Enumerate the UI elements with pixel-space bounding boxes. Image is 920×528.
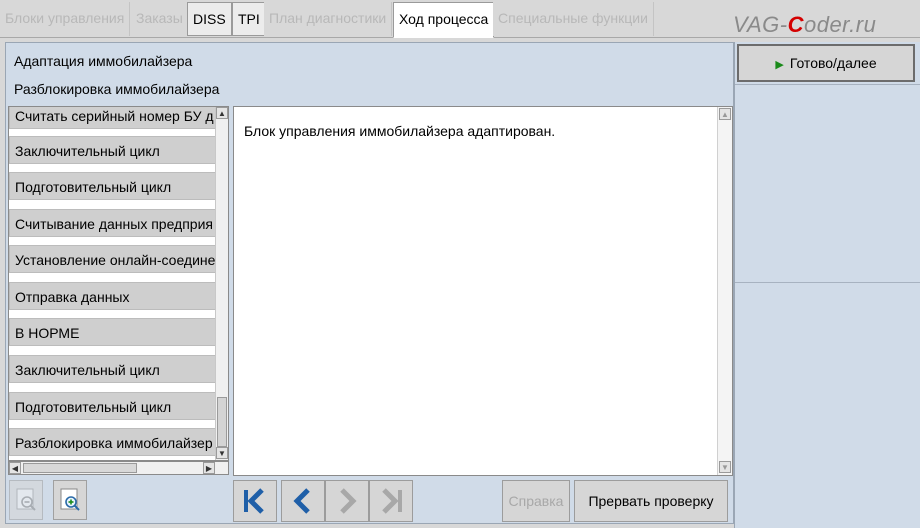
- watermark-logo: VAG-Coder.ru: [733, 12, 876, 38]
- list-item[interactable]: Подготовительный цикл: [9, 392, 217, 420]
- list-item[interactable]: Считать серийный номер БУ д: [9, 107, 217, 129]
- message-vertical-scrollbar[interactable]: ▲ ▼: [717, 107, 732, 475]
- zoom-out-button[interactable]: [9, 480, 43, 520]
- play-icon: ▶: [775, 59, 784, 71]
- divider: [735, 84, 920, 85]
- right-panel: ▶ Готово/далее: [734, 42, 920, 528]
- list-item[interactable]: Разблокировка иммобилайзер: [9, 428, 217, 456]
- skip-last-icon: [382, 488, 402, 514]
- watermark-highlight: C: [787, 12, 804, 37]
- tab-diss[interactable]: DISS: [187, 2, 232, 36]
- first-step-button[interactable]: [233, 480, 277, 522]
- result-message: Блок управления иммобилайзера адаптирова…: [244, 123, 556, 139]
- list-scroll-thumb[interactable]: [217, 397, 227, 447]
- list-item[interactable]: Установление онлайн-соедине: [9, 245, 217, 273]
- help-button[interactable]: Справка: [502, 480, 570, 522]
- steps-list[interactable]: Считать серийный номер БУ д Заключительн…: [8, 106, 229, 461]
- watermark-suffix: oder.ru: [803, 12, 877, 37]
- scroll-up-icon[interactable]: ▲: [216, 107, 228, 119]
- list-item[interactable]: В НОРМЕ: [9, 318, 217, 346]
- done-next-label: Готово/далее: [789, 55, 877, 71]
- tab-special-functions[interactable]: Специальные функции: [493, 2, 654, 36]
- scroll-down-icon[interactable]: ▼: [719, 461, 731, 473]
- list-hscroll-thumb[interactable]: [23, 463, 137, 473]
- last-step-button[interactable]: [369, 480, 413, 522]
- tab-bar: Блоки управления Заказы DISS TPI План ди…: [0, 0, 920, 38]
- header-title: Адаптация иммобилайзера: [14, 53, 193, 69]
- list-item[interactable]: Считывание данных предприя: [9, 209, 217, 237]
- tab-process[interactable]: Ход процесса: [393, 2, 495, 38]
- message-area: Блок управления иммобилайзера адаптирова…: [233, 106, 733, 476]
- scroll-up-icon[interactable]: ▲: [719, 108, 731, 120]
- list-item[interactable]: Отправка данных: [9, 282, 217, 310]
- zoom-in-button[interactable]: [53, 480, 87, 520]
- zoom-out-icon: [16, 488, 36, 511]
- tab-tpi[interactable]: TPI: [232, 2, 266, 36]
- divider: [735, 282, 920, 283]
- zoom-in-icon: [60, 488, 80, 511]
- tab-orders[interactable]: Заказы: [131, 2, 189, 36]
- chevron-right-icon: [340, 488, 357, 514]
- watermark-prefix: VAG-: [733, 12, 788, 37]
- scroll-right-icon[interactable]: ▶: [203, 462, 215, 474]
- list-vertical-scrollbar[interactable]: ▲ ▼: [215, 107, 228, 460]
- scroll-down-icon[interactable]: ▼: [216, 447, 228, 459]
- tab-control-units[interactable]: Блоки управления: [0, 2, 131, 36]
- chevron-left-icon: [293, 488, 310, 514]
- previous-step-button[interactable]: [281, 480, 325, 522]
- next-step-button[interactable]: [325, 480, 369, 522]
- done-next-button[interactable]: ▶ Готово/далее: [737, 44, 915, 82]
- list-item[interactable]: Заключительный цикл: [9, 355, 217, 383]
- tab-diagnostic-plan[interactable]: План диагностики: [264, 2, 393, 36]
- abort-test-button[interactable]: Прервать проверку: [574, 480, 728, 522]
- list-item[interactable]: Подготовительный цикл: [9, 172, 217, 200]
- list-item[interactable]: Заключительный цикл: [9, 136, 217, 164]
- list-horizontal-scrollbar[interactable]: ◀ ▶: [8, 461, 229, 475]
- header-subtitle: Разблокировка иммобилайзера: [14, 81, 220, 97]
- scroll-left-icon[interactable]: ◀: [9, 462, 21, 474]
- skip-first-icon: [244, 488, 264, 514]
